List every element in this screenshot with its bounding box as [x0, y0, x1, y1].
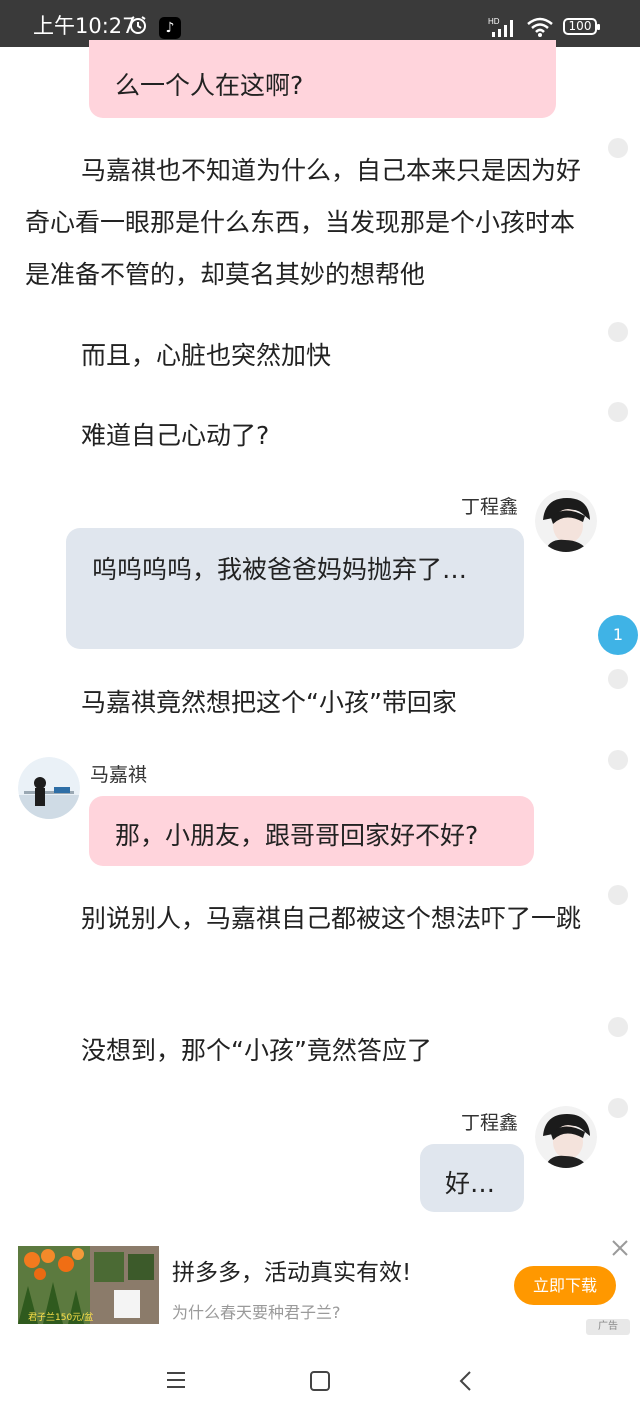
comment-dot[interactable] — [608, 1017, 628, 1037]
ad-tag-label: 广告 — [598, 1321, 618, 1332]
paragraph-text: 马嘉祺也不知道为什么，自己本来只是因为好奇心看一眼那是什么东西，当发现那是个小孩… — [25, 156, 582, 289]
close-icon[interactable] — [611, 1239, 629, 1257]
chat-bubble-majiaqi: 么一个人在这啊? — [89, 40, 556, 118]
home-icon[interactable] — [309, 1370, 331, 1392]
back-icon[interactable] — [458, 1370, 472, 1392]
hd-label: HD — [488, 17, 500, 26]
paragraph-text: 而且，心脏也突然加快 — [81, 341, 332, 370]
chat-bubble-dingchengxin: 好… — [420, 1144, 524, 1212]
battery-level: 100 — [568, 19, 592, 33]
status-time: 上午10:27 — [33, 14, 136, 38]
paragraph-text: 别说别人，马嘉祺自己都被这个想法吓了一跳 — [81, 904, 582, 933]
speaker-name: 丁程鑫 — [461, 1112, 519, 1134]
paragraph-text: 难道自己心动了? — [81, 421, 270, 450]
chat-bubble-majiaqi: 那，小朋友，跟哥哥回家好不好? — [89, 796, 534, 866]
story-paragraph: 没想到，那个“小孩”竟然答应了 — [25, 1025, 585, 1077]
battery-icon: 100 — [563, 18, 600, 35]
speaker-name: 马嘉祺 — [90, 764, 148, 786]
download-button[interactable]: 立即下载 — [514, 1266, 616, 1305]
avatar-dingchengxin[interactable] — [535, 490, 597, 552]
comment-count-badge[interactable]: 1 — [598, 615, 638, 655]
story-paragraph: 马嘉祺竟然想把这个“小孩”带回家 — [25, 677, 585, 729]
speaker-name: 丁程鑫 — [461, 496, 519, 518]
avatar-dingchengxin[interactable] — [535, 1106, 597, 1168]
comment-dot[interactable] — [608, 885, 628, 905]
avatar-majiaqi[interactable] — [18, 757, 80, 819]
wifi-icon — [527, 17, 553, 37]
paragraph-text: 马嘉祺竟然想把这个“小孩”带回家 — [81, 688, 457, 717]
story-paragraph: 马嘉祺也不知道为什么，自己本来只是因为好奇心看一眼那是什么东西，当发现那是个小孩… — [25, 145, 585, 301]
comment-dot[interactable] — [608, 138, 628, 158]
comment-dot[interactable] — [608, 402, 628, 422]
system-navigation-bar — [0, 1340, 640, 1422]
comment-dot[interactable] — [608, 750, 628, 770]
comment-dot[interactable] — [608, 669, 628, 689]
ad-thumbnail[interactable]: 君子兰150元/盆 — [18, 1246, 159, 1324]
tiktok-icon: ♪ — [159, 17, 181, 39]
ad-thumbnail-caption: 君子兰150元/盆 — [28, 1313, 94, 1323]
chat-bubble-text: 呜呜呜呜，我被爸爸妈妈抛弃了… — [92, 555, 468, 584]
chat-bubble-dingchengxin: 呜呜呜呜，我被爸爸妈妈抛弃了… — [66, 528, 524, 649]
chat-bubble-text: 那，小朋友，跟哥哥回家好不好? — [115, 821, 479, 850]
story-paragraph: 难道自己心动了? — [25, 410, 585, 462]
ad-subtitle[interactable]: 为什么春天要种君子兰? — [172, 1299, 341, 1323]
comment-dot[interactable] — [608, 322, 628, 342]
comment-dot[interactable] — [608, 1098, 628, 1118]
story-paragraph: 别说别人，马嘉祺自己都被这个想法吓了一跳 — [25, 893, 590, 945]
paragraph-text: 没想到，那个“小孩”竟然答应了 — [81, 1036, 432, 1065]
story-paragraph: 而且，心脏也突然加快 — [25, 330, 585, 382]
ad-banner[interactable]: 君子兰150元/盆 拼多多，活动真实有效! 为什么春天要种君子兰? 立即下载 广… — [0, 1237, 640, 1337]
alarm-icon — [130, 16, 146, 34]
chat-bubble-text: 么一个人在这啊? — [115, 71, 304, 100]
hd-signal-icon: HD — [488, 17, 513, 37]
chat-bubble-text: 好… — [445, 1169, 496, 1198]
ad-title[interactable]: 拼多多，活动真实有效! — [172, 1253, 411, 1287]
ad-tag: 广告 — [586, 1319, 630, 1335]
menu-icon[interactable] — [165, 1370, 187, 1390]
